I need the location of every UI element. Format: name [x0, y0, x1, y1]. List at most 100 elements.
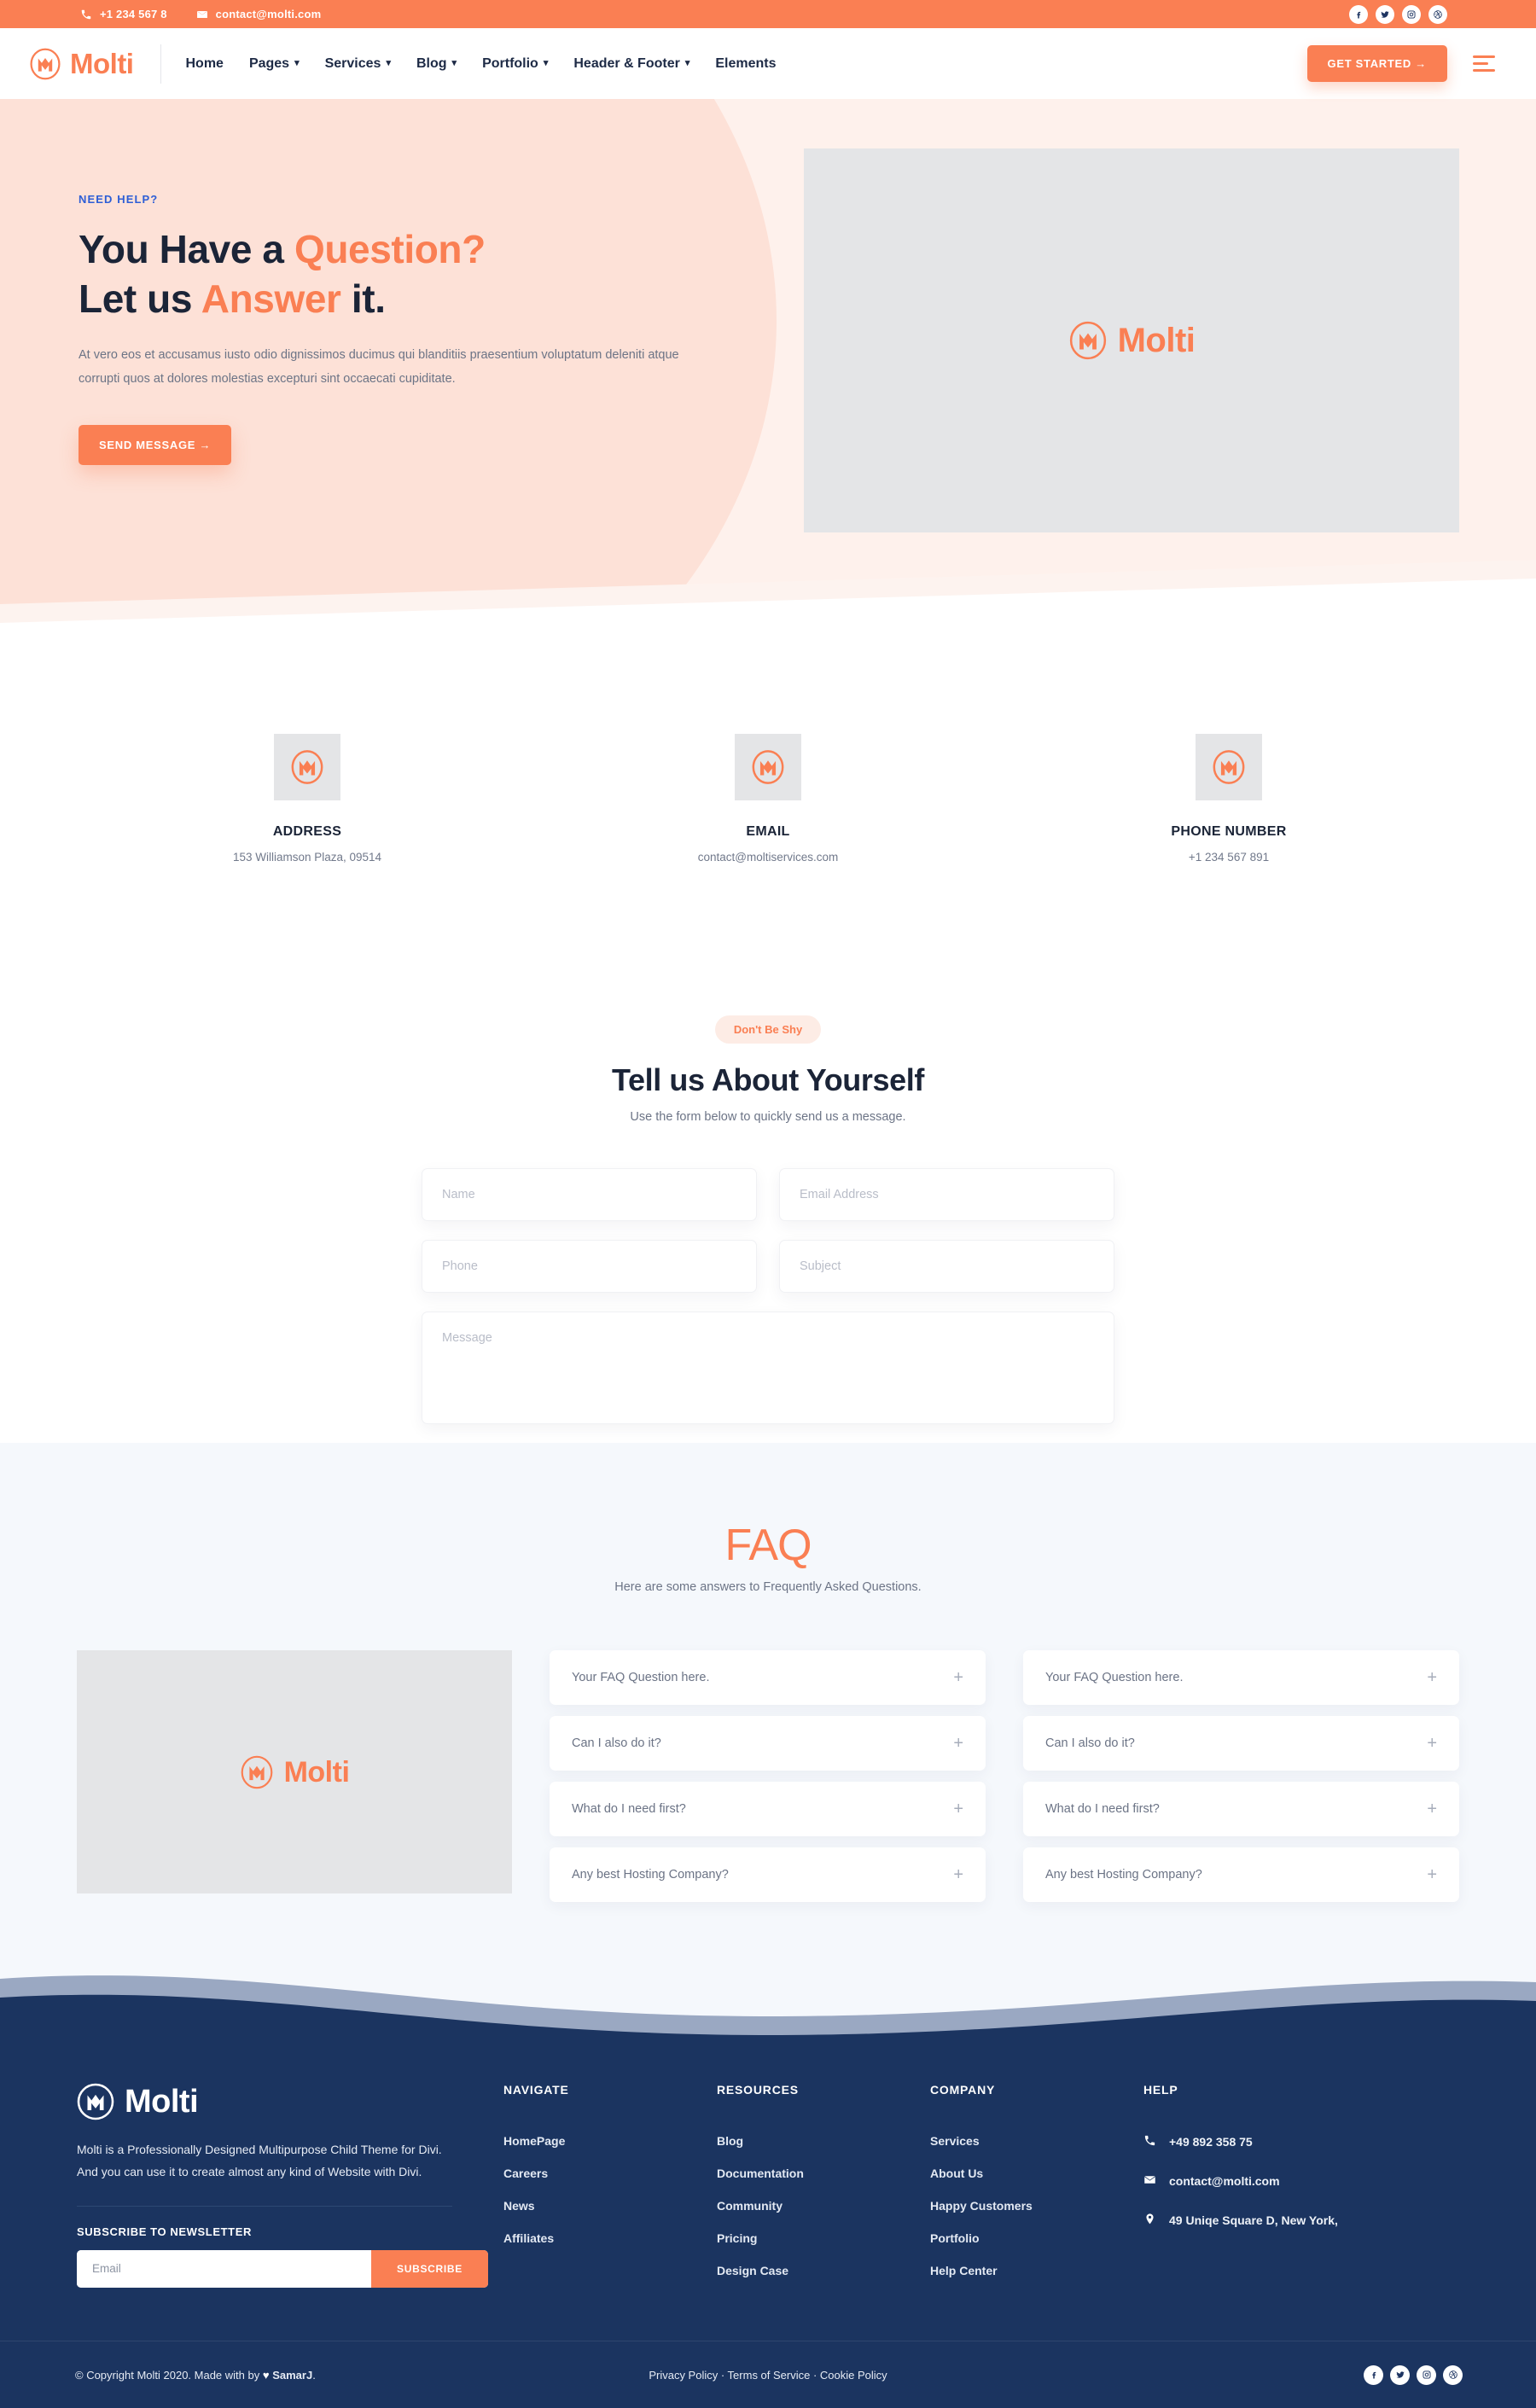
plus-icon[interactable]: +: [1427, 1735, 1437, 1752]
faq-item[interactable]: Any best Hosting Company? +: [550, 1847, 986, 1903]
faq-item[interactable]: Can I also do it? +: [550, 1716, 986, 1771]
hero-title-line1-plain: You Have a: [79, 227, 294, 271]
hero-wave-divider: [0, 560, 1536, 660]
newsletter-email-input[interactable]: [77, 2249, 372, 2288]
name-input[interactable]: [422, 1168, 757, 1221]
molti-logo-icon: [750, 749, 786, 785]
contact-form: [422, 1168, 1114, 1424]
footer-help-phone[interactable]: +49 892 358 75: [1143, 2134, 1425, 2149]
footer-column-title: COMPANY: [930, 2083, 996, 2097]
footer-link[interactable]: Pricing: [717, 2231, 930, 2245]
footer-divider: [77, 2205, 452, 2207]
dribbble-icon[interactable]: [1428, 4, 1447, 24]
nav-item-home[interactable]: Home: [185, 56, 223, 72]
faq-item[interactable]: Your FAQ Question here. +: [1023, 1650, 1459, 1706]
faq-subheading: Here are some answers to Frequently Aske…: [614, 1580, 922, 1595]
plus-icon[interactable]: +: [953, 1669, 963, 1686]
message-input[interactable]: [422, 1312, 1114, 1424]
twitter-icon[interactable]: [1390, 2364, 1410, 2385]
facebook-icon[interactable]: [1364, 2364, 1383, 2385]
get-started-button[interactable]: GET STARTED →: [1306, 45, 1447, 82]
faq-item[interactable]: Your FAQ Question here. +: [550, 1650, 986, 1706]
footer-link[interactable]: Happy Customers: [930, 2199, 1143, 2213]
form-subheading: Use the form below to quickly send us a …: [630, 1110, 906, 1124]
dribbble-icon[interactable]: [1443, 2364, 1463, 2385]
faq-item[interactable]: Any best Hosting Company? +: [1023, 1847, 1459, 1903]
email-input[interactable]: [779, 1168, 1114, 1221]
instagram-icon[interactable]: [1402, 4, 1421, 24]
faq-question: Any best Hosting Company?: [1045, 1868, 1202, 1882]
faq-item[interactable]: What do I need first? +: [1023, 1782, 1459, 1837]
faq-image-logo-text: Molti: [283, 1755, 350, 1789]
top-bar-phone[interactable]: +1 234 567 8: [80, 8, 167, 20]
card-value: 153 Williamson Plaza, 09514: [232, 851, 382, 864]
footer-socials: [1364, 2364, 1463, 2385]
nav-item-label: Header & Footer: [573, 55, 680, 71]
nav-item-header-footer[interactable]: Header & Footer ▾: [573, 56, 689, 72]
plus-icon[interactable]: +: [1427, 1866, 1437, 1883]
twitter-icon[interactable]: [1376, 4, 1394, 24]
plus-icon[interactable]: +: [1427, 1669, 1437, 1686]
footer-link[interactable]: About Us: [930, 2167, 1143, 2180]
facebook-icon[interactable]: [1349, 4, 1368, 24]
subscribe-button[interactable]: SUBSCRIBE: [371, 2249, 488, 2288]
nav-item-pages[interactable]: Pages ▾: [249, 56, 300, 72]
faq-question: Any best Hosting Company?: [572, 1868, 729, 1882]
card-title: PHONE NUMBER: [1171, 824, 1287, 839]
phone-icon: [1143, 2134, 1156, 2149]
faq-question: What do I need first?: [1045, 1802, 1160, 1817]
footer-link[interactable]: News: [503, 2199, 717, 2213]
send-message-button[interactable]: SEND MESSAGE →: [79, 425, 232, 466]
footer-author[interactable]: SamarJ: [272, 2369, 312, 2382]
top-bar-email[interactable]: contact@molti.com: [196, 8, 322, 20]
instagram-icon[interactable]: [1417, 2364, 1436, 2385]
top-bar: +1 234 567 8 contact@molti.com: [0, 0, 1536, 28]
plus-icon[interactable]: +: [953, 1800, 963, 1818]
faq-section: FAQ Here are some answers to Frequently …: [0, 1443, 1536, 2046]
hero-section: NEED HELP? You Have a Question? Let us A…: [0, 99, 1536, 660]
footer-link[interactable]: Portfolio: [930, 2231, 1143, 2245]
faq-question: Can I also do it?: [572, 1736, 661, 1751]
subject-input[interactable]: [779, 1240, 1114, 1293]
footer-logo[interactable]: Molti: [77, 2083, 452, 2120]
footer-help-address[interactable]: 49 Uniqe Square D, New York,: [1143, 2213, 1425, 2228]
brand-logo[interactable]: Molti: [29, 48, 134, 80]
top-bar-contacts: +1 234 567 8 contact@molti.com: [80, 8, 321, 20]
nav-menu: Home Pages ▾ Services ▾ Blog ▾ Portfolio ▾ H…: [185, 56, 776, 72]
nav-item-portfolio[interactable]: Portfolio ▾: [482, 56, 548, 72]
faq-image-placeholder: Molti: [77, 1650, 512, 1894]
footer-link[interactable]: Documentation: [717, 2167, 930, 2180]
card-icon-placeholder: [1196, 734, 1262, 800]
footer-help-text: contact@molti.com: [1169, 2174, 1280, 2189]
nav-item-blog[interactable]: Blog ▾: [416, 56, 457, 72]
molti-logo-icon: [29, 48, 61, 80]
nav-item-elements[interactable]: Elements: [715, 56, 776, 72]
faq-question: Can I also do it?: [1045, 1736, 1135, 1751]
hamburger-icon[interactable]: [1469, 52, 1498, 75]
card-value: contact@moltiservices.com: [697, 851, 839, 864]
nav-item-label: Elements: [715, 55, 777, 71]
nav-actions: GET STARTED →: [1306, 45, 1498, 82]
faq-item[interactable]: What do I need first? +: [550, 1782, 986, 1837]
card-icon-placeholder: [735, 734, 801, 800]
footer-help-email[interactable]: contact@molti.com: [1143, 2173, 1425, 2189]
footer-link[interactable]: Design Case: [717, 2264, 930, 2277]
footer-wave-divider: [0, 1975, 1536, 2046]
copyright-period: .: [312, 2368, 316, 2382]
footer-legal-links[interactable]: Privacy Policy · Terms of Service · Cook…: [649, 2369, 887, 2382]
chevron-down-icon: ▾: [543, 58, 549, 68]
footer-description: Molti is a Professionally Designed Multi…: [77, 2143, 442, 2179]
footer-link[interactable]: Careers: [503, 2167, 717, 2180]
nav-item-services[interactable]: Services ▾: [325, 56, 391, 72]
plus-icon[interactable]: +: [953, 1735, 963, 1752]
footer-link[interactable]: Services: [930, 2134, 1143, 2148]
plus-icon[interactable]: +: [1427, 1800, 1437, 1818]
faq-item[interactable]: Can I also do it? +: [1023, 1716, 1459, 1771]
phone-input[interactable]: [422, 1240, 757, 1293]
footer-link[interactable]: Affiliates: [503, 2231, 717, 2245]
footer-link[interactable]: Blog: [717, 2134, 930, 2148]
footer-link[interactable]: Help Center: [930, 2264, 1143, 2277]
plus-icon[interactable]: +: [953, 1866, 963, 1883]
footer-link[interactable]: Community: [717, 2199, 930, 2213]
footer-link[interactable]: HomePage: [503, 2134, 717, 2148]
